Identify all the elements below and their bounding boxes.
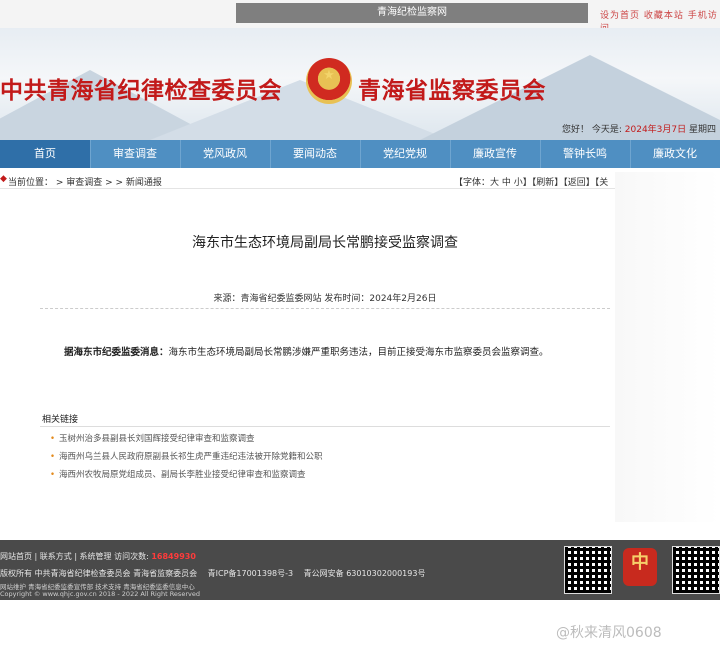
- qr-code-icon: [564, 546, 612, 594]
- related-link-text[interactable]: 海西州乌兰县人民政府原副县长祁生虎严重违纪违法被开除党籍和公职: [59, 452, 323, 462]
- nav-review[interactable]: 审查调查: [90, 140, 181, 168]
- title-divider: [40, 308, 610, 309]
- greeting-prefix: 您好！ 今天是:: [562, 125, 622, 135]
- related-link[interactable]: • 海西州乌兰县人民政府原副县长祁生虎严重违纪违法被开除党籍和公职: [50, 450, 323, 462]
- nav-publicity[interactable]: 廉政宣传: [450, 140, 541, 168]
- copyright-owner: 版权所有 中共青海省纪律检查委员会 青海省监察委员会: [0, 569, 198, 578]
- related-link[interactable]: • 海西州农牧局原党组成员、副局长李胜业接受纪律审查和监察调查: [50, 468, 306, 480]
- nav-news[interactable]: 要闻动态: [270, 140, 361, 168]
- article-body: 据海东市纪委监委消息：海东市生态环境局副局长常鹏涉嫌严重职务违法，目前正接受海东…: [64, 344, 624, 358]
- bullet-icon: •: [50, 470, 56, 480]
- org-title-right: 青海省监察委员会: [358, 77, 546, 104]
- footer-copyright: 版权所有 中共青海省纪律检查委员会 青海省监察委员会 青ICP备17001398…: [0, 568, 425, 579]
- location-pin-icon: ◆: [0, 174, 7, 184]
- site-tab-title: 青海纪检监察网: [236, 3, 588, 23]
- article-meta: 来源：青海省纪委监委网站 发布时间：2024年2月26日: [213, 294, 437, 304]
- top-bar: 青海纪检监察网 设为首页 收藏本站 手机访问: [0, 0, 720, 34]
- nav-warning[interactable]: 警钟长鸣: [540, 140, 631, 168]
- bullet-icon: •: [50, 434, 56, 444]
- nav-conduct[interactable]: 党风政风: [180, 140, 271, 168]
- nav-home[interactable]: 首页: [0, 140, 91, 168]
- footer-links[interactable]: 网站首页 | 联系方式 | 系统管理 访问次数: 16849930: [0, 551, 196, 562]
- weibo-watermark: @秋来清风0608: [556, 625, 662, 641]
- icp-number[interactable]: 青ICP备17001398号-3: [208, 569, 293, 578]
- site-footer: 网站首页 | 联系方式 | 系统管理 访问次数: 16849930 版权所有 中…: [0, 540, 720, 600]
- article-title: 海东市生态环境局副局长常鹏接受监察调查: [192, 235, 458, 251]
- nav-rules[interactable]: 党纪党规: [360, 140, 451, 168]
- related-link-text[interactable]: 玉树州治多县副县长刘国辉接受纪律审查和监察调查: [59, 434, 255, 444]
- org-title-left: 中共青海省纪律检查委员会: [0, 77, 282, 104]
- related-link-text[interactable]: 海西州农牧局原党组成员、副局长李胜业接受纪律审查和监察调查: [59, 470, 306, 480]
- weekday: 星期四: [689, 125, 717, 135]
- related-heading: 相关链接: [42, 415, 79, 425]
- right-margin: [615, 172, 720, 522]
- greeting: 您好！ 今天是: 2024年3月7日 星期四: [562, 122, 716, 135]
- nav-culture[interactable]: 廉政文化: [630, 140, 720, 168]
- article-content: 海东市生态环境局副局长常鹏涉嫌严重职务违法，目前正接受海东市监察委员会监察调查。: [168, 347, 549, 358]
- party-logo-icon: 中: [623, 548, 657, 586]
- footer-copyright-en: Copyright © www.qhjc.gov.cn 2018 - 2022 …: [0, 590, 200, 598]
- qr-code-icon: [672, 546, 720, 594]
- main-nav: 首页 审查调查 党风政风 要闻动态 党纪党规 廉政宣传 警钟长鸣 廉政文化: [0, 140, 720, 168]
- breadcrumb[interactable]: 当前位置： > 审查调查 > > 新闻通报: [8, 175, 162, 188]
- current-date: 2024年3月7日: [624, 125, 687, 135]
- related-divider: [40, 426, 610, 427]
- visit-counter: 16849930: [151, 552, 196, 561]
- article-lead: 据海东市纪委监委消息：: [64, 347, 169, 358]
- header-banner: 中共青海省纪律检查委员会 ★ 青海省监察委员会 您好！ 今天是: 2024年3月…: [0, 28, 720, 140]
- related-link[interactable]: • 玉树州治多县副县长刘国辉接受纪律审查和监察调查: [50, 432, 255, 444]
- bullet-icon: •: [50, 452, 56, 462]
- police-record[interactable]: 青公网安备 63010302000193号: [304, 569, 426, 578]
- breadcrumb-bar: ◆ 当前位置： > 审查调查 > > 新闻通报 【字体：大 中 小】【刷新】【返…: [0, 172, 615, 189]
- national-emblem-icon: ★: [306, 58, 352, 104]
- footer-links-text[interactable]: 网站首页 | 联系方式 | 系统管理 访问次数:: [0, 552, 149, 561]
- page-tools[interactable]: 【字体：大 中 小】【刷新】【返回】【关: [454, 175, 608, 188]
